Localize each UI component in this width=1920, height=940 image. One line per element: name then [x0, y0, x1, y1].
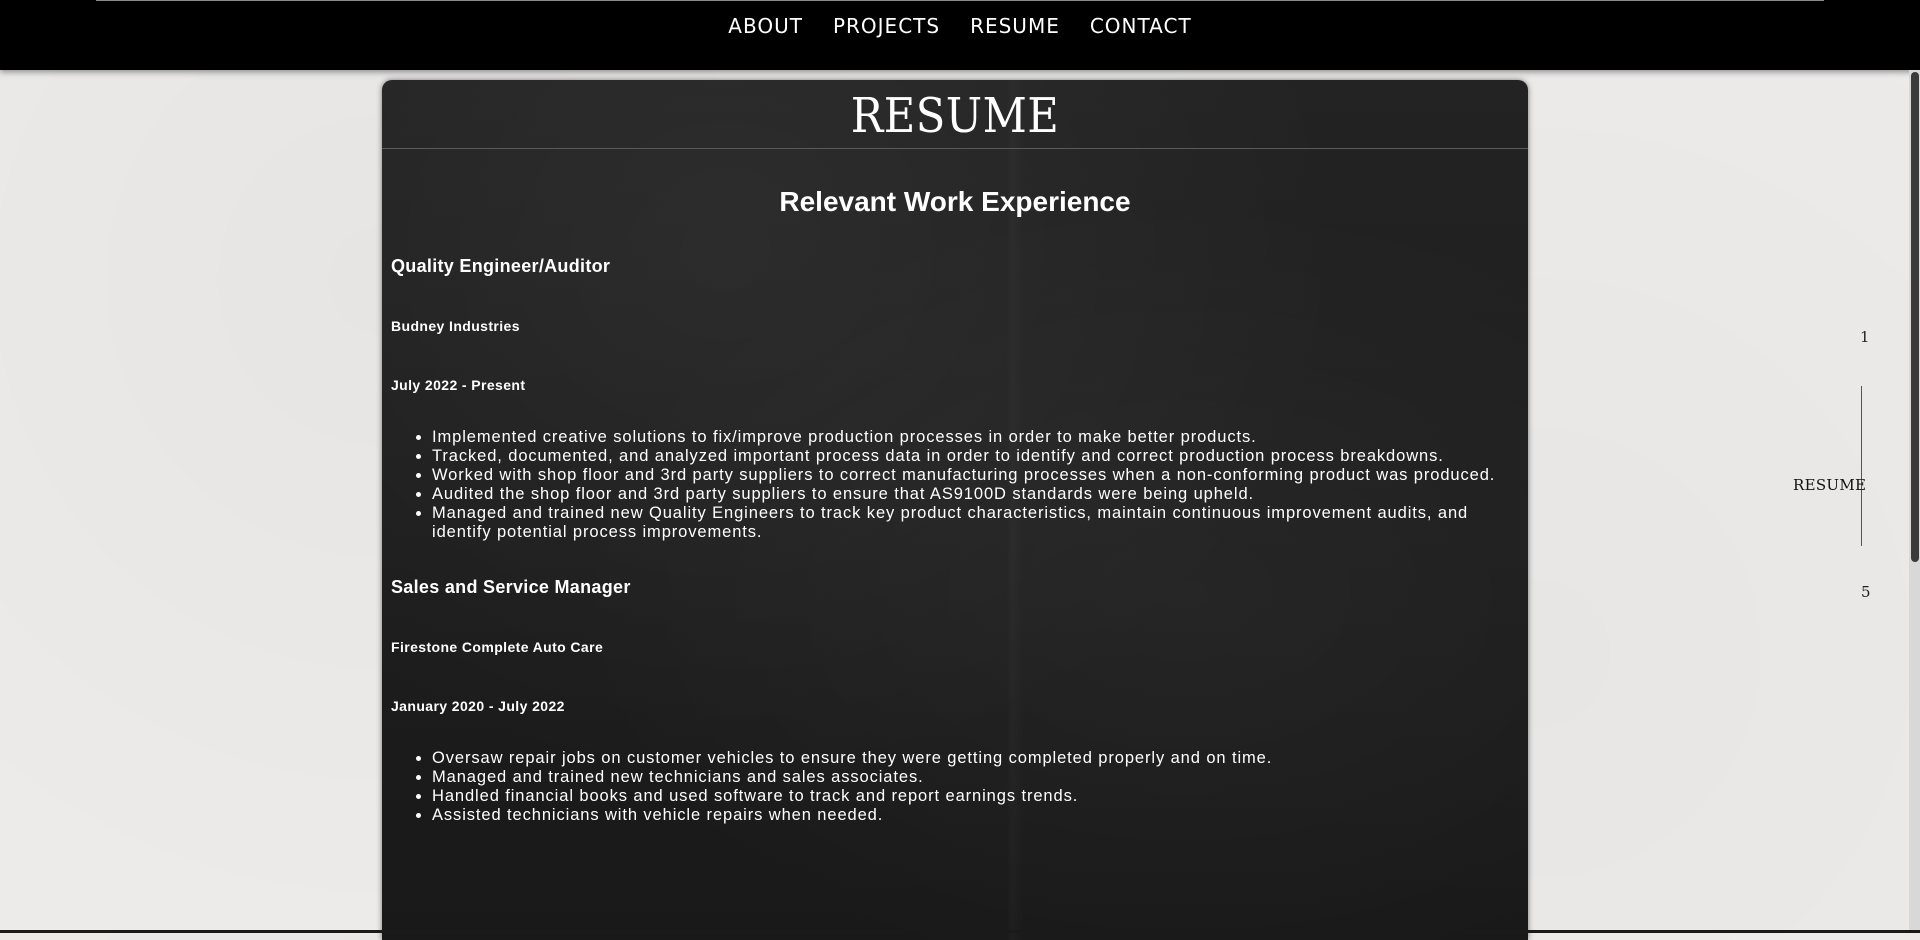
list-item: Managed and trained new Quality Engineer…: [432, 504, 1528, 542]
list-item: Worked with shop floor and 3rd party sup…: [432, 466, 1528, 485]
list-item: Handled financial books and used softwar…: [432, 787, 1528, 806]
top-navigation-bar: ABOUT PROJECTS RESUME CONTACT: [0, 0, 1920, 70]
list-item: Oversaw repair jobs on customer vehicles…: [432, 749, 1528, 768]
section-side-nav: 1 5: [1780, 0, 1880, 933]
side-nav-current-label: RESUME: [1793, 476, 1867, 494]
job-dates: July 2022 - Present: [391, 377, 526, 393]
job-bullets: Oversaw repair jobs on customer vehicles…: [391, 749, 1528, 825]
job-entry: Quality Engineer/Auditor Budney Industri…: [382, 255, 1528, 542]
list-item: Implemented creative solutions to fix/im…: [432, 428, 1528, 447]
list-item: Audited the shop floor and 3rd party sup…: [432, 485, 1528, 504]
nav-link-about[interactable]: ABOUT: [728, 14, 803, 38]
job-dates: January 2020 - July 2022: [391, 698, 565, 714]
top-rule: [96, 0, 1824, 1]
nav-links: ABOUT PROJECTS RESUME CONTACT: [0, 14, 1920, 38]
job-entry: Sales and Service Manager Firestone Comp…: [382, 576, 1528, 825]
section-heading: Relevant Work Experience: [779, 186, 1131, 217]
job-title: Sales and Service Manager: [391, 577, 631, 597]
job-company: Budney Industries: [391, 318, 520, 334]
side-nav-line: [1861, 386, 1862, 546]
job-title: Quality Engineer/Auditor: [391, 256, 611, 276]
resume-card: RESUME Relevant Work Experience Quality …: [382, 80, 1528, 940]
list-item: Assisted technicians with vehicle repair…: [432, 806, 1528, 825]
nav-link-projects[interactable]: PROJECTS: [833, 14, 940, 38]
side-nav-top-number[interactable]: 1: [1860, 328, 1870, 346]
card-header: RESUME: [382, 80, 1528, 149]
job-bullets: Implemented creative solutions to fix/im…: [391, 428, 1528, 542]
list-item: Managed and trained new technicians and …: [432, 768, 1528, 787]
nav-link-resume[interactable]: RESUME: [970, 14, 1060, 38]
page-title: RESUME: [850, 88, 1060, 144]
side-nav-bottom-number[interactable]: 5: [1861, 583, 1871, 601]
scrollbar-thumb[interactable]: [1911, 72, 1919, 562]
job-company: Firestone Complete Auto Care: [391, 639, 604, 655]
nav-link-contact[interactable]: CONTACT: [1090, 14, 1192, 38]
list-item: Tracked, documented, and analyzed import…: [432, 447, 1528, 466]
